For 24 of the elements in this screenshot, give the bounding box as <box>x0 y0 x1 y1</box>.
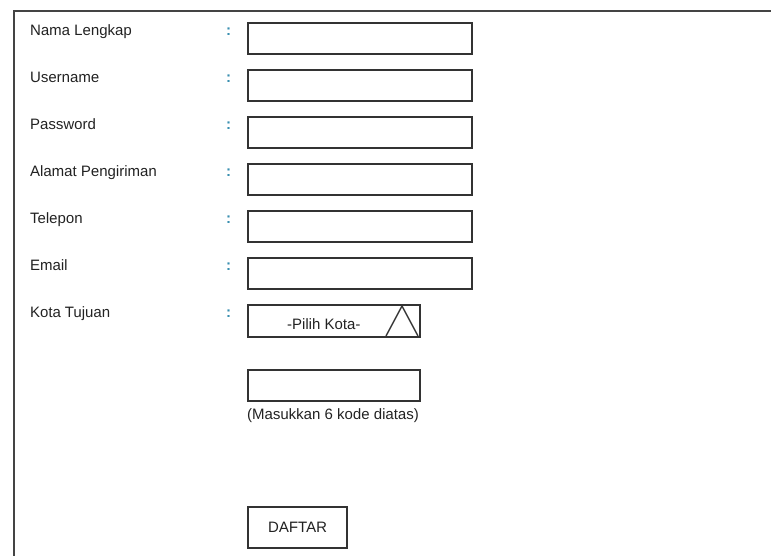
input-field[interactable] <box>247 22 473 55</box>
input-field[interactable] <box>247 69 473 102</box>
colon: : <box>226 22 232 39</box>
field-label: Email <box>30 257 69 274</box>
field-label: Kota Tujuan <box>30 304 112 321</box>
field-label: Nama Lengkap <box>30 22 133 39</box>
field-label: Telepon <box>30 210 84 227</box>
colon: : <box>226 257 232 274</box>
colon: : <box>226 304 232 321</box>
field-label: Username <box>30 69 100 86</box>
city-dropdown[interactable]: -Pilih Kota- <box>247 304 421 338</box>
colon: : <box>226 69 232 86</box>
input-field[interactable] <box>247 163 473 196</box>
captcha-hint: (Masukkan 6 kode diatas) <box>247 406 420 423</box>
submit-button[interactable]: DAFTAR <box>247 506 348 549</box>
colon: : <box>226 116 232 133</box>
field-label: Password <box>30 116 97 133</box>
colon: : <box>226 163 232 180</box>
input-field[interactable] <box>247 210 473 243</box>
input-field[interactable] <box>247 257 473 290</box>
colon: : <box>226 210 232 227</box>
input-field[interactable] <box>247 116 473 149</box>
field-label: Alamat Pengiriman <box>30 163 158 180</box>
captcha-field[interactable] <box>247 369 421 402</box>
